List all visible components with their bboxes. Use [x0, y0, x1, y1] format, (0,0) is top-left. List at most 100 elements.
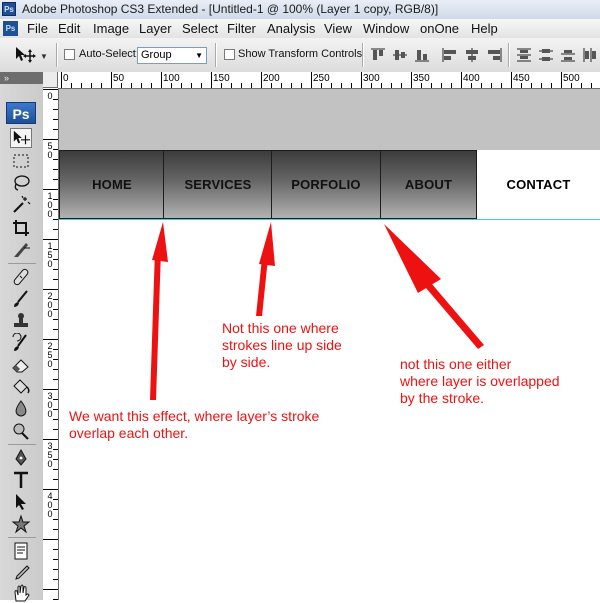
tools-panel-collapse[interactable]: » [0, 72, 43, 84]
menu-help[interactable]: Help [471, 21, 498, 36]
menu-view[interactable]: View [324, 21, 352, 36]
ruler-label-x-100: 100 [163, 73, 180, 84]
nav-about-label: ABOUT [404, 177, 453, 192]
ruler-origin[interactable] [43, 72, 58, 88]
nav-contact[interactable]: CONTACT [477, 150, 600, 219]
nav-contact-label: CONTACT [506, 177, 571, 192]
separator [362, 43, 364, 67]
ruler-label-x-450: 450 [513, 73, 530, 84]
distribute-bottom-edges-icon[interactable] [560, 48, 576, 62]
tools-panel: » Ps [0, 72, 44, 603]
separator [8, 537, 36, 538]
group-select-value: Group [141, 49, 172, 61]
magic-wand-tool-icon[interactable] [10, 195, 32, 215]
brush-tool-icon[interactable] [10, 289, 32, 309]
align-horizontal-centers-icon[interactable] [464, 48, 480, 62]
ruler-label-y-200: 2 0 0 [47, 291, 53, 319]
ruler-label-x-350: 350 [413, 73, 430, 84]
chevron-down-icon: ▼ [195, 51, 203, 60]
nav-services[interactable]: SERVICES [163, 150, 273, 219]
healing-brush-tool-icon[interactable] [10, 267, 32, 287]
menu-analysis[interactable]: Analysis [267, 21, 315, 36]
menu-window[interactable]: Window [363, 21, 409, 36]
annotation-note-3-line: not this one either [400, 356, 512, 372]
ps-logo: Ps [6, 102, 36, 124]
ruler-label-x-200: 200 [263, 73, 280, 84]
nav-home-label: HOME [92, 177, 132, 192]
annotation-note-2-line: Not this one where [222, 320, 339, 336]
ruler-label-y-100: 1 0 0 [47, 191, 53, 219]
nav-portfolio[interactable]: PORFOLIO [271, 150, 381, 219]
nav-about[interactable]: ABOUT [380, 150, 477, 219]
ruler-label-y-400: 4 0 0 [47, 491, 53, 519]
pen-tool-icon[interactable] [10, 448, 32, 468]
show-transform-checkbox[interactable] [224, 49, 235, 60]
auto-select-label: Auto-Select: [79, 48, 139, 60]
window-title: Adobe Photoshop CS3 Extended - [Untitled… [22, 2, 439, 16]
align-top-edges-icon[interactable] [370, 48, 386, 62]
hand-tool-icon[interactable] [10, 583, 32, 603]
history-brush-tool-icon[interactable] [10, 333, 32, 353]
move-tool-icon[interactable] [14, 46, 36, 64]
auto-select-checkbox[interactable] [64, 49, 75, 60]
ruler-label-x-50: 50 [113, 73, 125, 84]
annotation-note-1-line: We want this effect, where layer’s strok… [69, 408, 320, 424]
nav-bar: HOME SERVICES PORFOLIO ABOUT CONTACT [59, 150, 600, 221]
nav-home[interactable]: HOME [59, 150, 165, 219]
menu-filter[interactable]: Filter [227, 21, 256, 36]
annotation-note-3-line: where layer is overlapped [400, 373, 560, 389]
auto-select-target-dropdown[interactable]: Group ▼ [137, 47, 207, 64]
app-icon: Ps [2, 2, 16, 16]
header-band [59, 89, 600, 150]
align-left-edges-icon[interactable] [442, 48, 458, 62]
ruler-label-x-150: 150 [213, 73, 230, 84]
nav-services-label: SERVICES [184, 177, 252, 192]
ruler-label-x-0: 0 [63, 73, 69, 84]
annotation-note-2: Not this one where strokes line up side … [222, 320, 342, 371]
custom-shape-tool-icon[interactable] [10, 514, 32, 534]
align-bottom-edges-icon[interactable] [414, 48, 430, 62]
distribute-top-edges-icon[interactable] [516, 48, 532, 62]
ps-menu-logo[interactable]: Ps [3, 21, 18, 36]
blur-tool-icon[interactable] [10, 399, 32, 419]
menu-file[interactable]: File [27, 21, 48, 36]
clone-stamp-tool-icon[interactable] [10, 311, 32, 331]
slice-tool-icon[interactable] [10, 240, 32, 260]
eyedropper-tool-icon[interactable] [10, 563, 32, 583]
distribute-left-edges-icon[interactable] [582, 48, 598, 62]
ruler-label-y-0: 0 [47, 91, 53, 101]
menu-bar: Ps File Edit Image Layer Select Filter A… [0, 19, 600, 39]
move-tool-icon[interactable] [10, 128, 32, 148]
menu-onone[interactable]: onOne [420, 21, 459, 36]
show-transform-label: Show Transform Controls [238, 48, 363, 60]
annotation-note-1-line: overlap each other. [69, 425, 189, 441]
title-bar: Ps Adobe Photoshop CS3 Extended - [Untit… [0, 0, 600, 20]
align-vertical-centers-icon[interactable] [392, 48, 408, 62]
distribute-vertical-centers-icon[interactable] [538, 48, 554, 62]
dodge-tool-icon[interactable] [10, 421, 32, 441]
separator [508, 43, 510, 67]
type-tool-icon[interactable] [10, 470, 32, 490]
paint-bucket-tool-icon[interactable] [10, 377, 32, 397]
marquee-tool-icon[interactable] [10, 151, 32, 171]
ruler-label-y-150: 1 5 0 [47, 241, 53, 269]
annotation-note-1: We want this effect, where layer’s strok… [69, 408, 319, 442]
menu-edit[interactable]: Edit [58, 21, 80, 36]
lasso-tool-icon[interactable] [10, 173, 32, 193]
menu-image[interactable]: Image [93, 21, 129, 36]
menu-layer[interactable]: Layer [139, 21, 172, 36]
annotation-note-3-line: by the stroke. [400, 390, 485, 406]
menu-select[interactable]: Select [182, 21, 218, 36]
tool-preset-dropdown-icon[interactable]: ▼ [40, 52, 48, 61]
notes-tool-icon[interactable] [10, 541, 32, 561]
separator [8, 444, 36, 445]
annotation-note-3: not this one either where layer is overl… [400, 356, 560, 407]
path-selection-tool-icon[interactable] [10, 492, 32, 512]
ruler-label-y-300: 3 0 0 [47, 391, 53, 419]
align-right-edges-icon[interactable] [486, 48, 502, 62]
annotation-note-2-line: by side. [222, 354, 271, 370]
crop-tool-icon[interactable] [10, 218, 32, 238]
eraser-tool-icon[interactable] [10, 355, 32, 375]
ruler-label-x-300: 300 [363, 73, 380, 84]
ruler-label-y-50: 5 0 [47, 141, 53, 160]
